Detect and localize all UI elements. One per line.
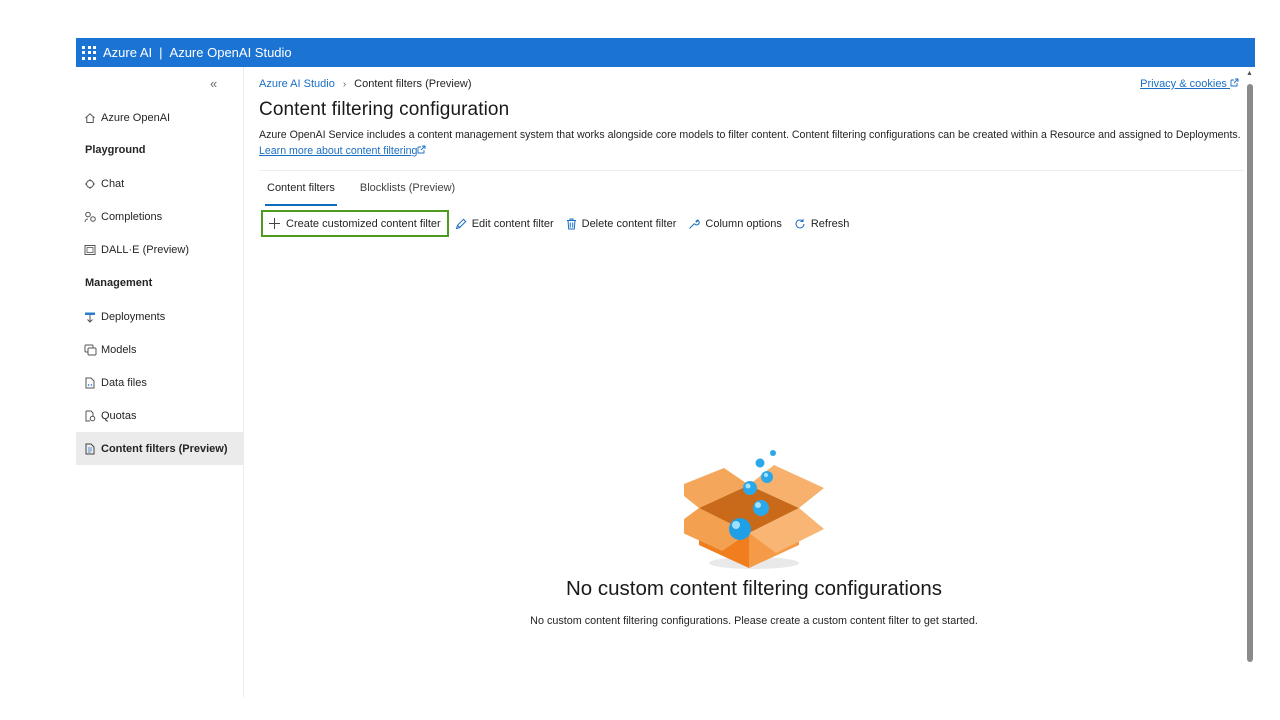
sidebar-item-label: DALL·E (Preview) [101,243,190,256]
external-link-icon [417,145,426,157]
tab-list: Content filters Blocklists (Preview) [265,182,478,206]
scrollbar-thumb[interactable] [1247,84,1253,662]
app-launcher-icon[interactable] [82,45,96,60]
sidebar-item-label: Quotas [101,409,137,422]
create-content-filter-button[interactable]: Create customized content filter [261,210,449,237]
command-bar: Create customized content filter Edit co… [261,210,855,237]
section-divider [259,170,1244,171]
sidebar-item-label: Chat [101,177,125,190]
scroll-up-icon[interactable]: ▲ [1246,70,1253,77]
brand-name[interactable]: Azure AI [103,45,152,60]
plus-icon [268,217,281,230]
chat-icon [84,178,100,190]
delete-content-filter-button[interactable]: Delete content filter [560,210,683,237]
column-options-label: Column options [705,217,782,230]
models-icon [84,344,100,356]
refresh-icon [794,218,806,230]
sidebar-item-azure-openai[interactable]: Azure OpenAI [76,101,244,134]
empty-box-illustration [672,413,824,578]
deployments-icon [84,311,100,323]
sidebar-item-data-files[interactable]: Data files [76,366,244,399]
breadcrumb-current: Content filters (Preview) [354,78,472,90]
sidebar-item-label: Models [101,343,137,356]
sidebar-item-label: Azure OpenAI [101,111,171,124]
refresh-button[interactable]: Refresh [788,210,856,237]
delete-button-label: Delete content filter [581,217,677,230]
sidebar-item-label: Content filters (Preview) [101,442,228,455]
sidebar-item-chat[interactable]: Chat [76,167,244,200]
sidebar-item-completions[interactable]: Completions [76,200,244,233]
quotas-icon [84,410,100,422]
learn-more-label: Learn more about content filtering [259,145,418,157]
external-link-icon [1230,78,1239,90]
top-bar: Azure AI | Azure OpenAI Studio [76,38,1255,67]
sidebar-item-label: Data files [101,376,147,389]
empty-state-subtitle: No custom content filtering configuratio… [530,615,978,627]
sidebar-item-quotas[interactable]: Quotas [76,399,244,432]
pencil-icon [455,218,467,230]
data-files-icon [84,377,100,389]
privacy-link-label: Privacy & cookies [1140,78,1227,90]
collapse-sidebar-icon[interactable]: « [210,76,217,91]
learn-more-link[interactable]: Learn more about content filtering [259,145,426,157]
breadcrumb-root-link[interactable]: Azure AI Studio [259,78,335,90]
create-button-label: Create customized content filter [286,217,441,230]
edit-button-label: Edit content filter [471,217,554,230]
sidebar-item-label: Deployments [101,310,166,323]
column-options-button[interactable]: Column options [682,210,787,237]
home-icon [84,112,100,124]
privacy-cookies-link[interactable]: Privacy & cookies [1140,78,1239,90]
sidebar-section-playground: Playground [85,144,146,156]
sidebar-item-content-filters[interactable]: Content filters (Preview) [76,432,244,465]
page-description: Azure OpenAI Service includes a content … [259,127,1249,159]
main-content: Azure AI Studio › Content filters (Previ… [259,67,1249,697]
sidebar-section-management: Management [85,277,153,289]
sidebar-item-label: Completions [101,210,163,223]
empty-state-title: No custom content filtering configuratio… [565,577,943,600]
completions-icon [84,211,100,223]
sidebar-item-models[interactable]: Models [76,333,244,366]
trash-icon [566,218,577,230]
chevron-right-icon: › [342,78,347,90]
description-text: Azure OpenAI Service includes a content … [259,129,1241,141]
content-filters-icon [84,443,100,455]
wrench-icon [688,218,701,230]
app-window: Azure AI | Azure OpenAI Studio « Azure O… [76,38,1255,697]
image-icon [84,244,100,256]
page-title: Content filtering configuration [259,99,510,120]
breadcrumb: Azure AI Studio › Content filters (Previ… [259,78,472,90]
vertical-scrollbar[interactable]: ▲ [1246,70,1254,662]
tab-content-filters[interactable]: Content filters [265,182,337,206]
product-name[interactable]: Azure OpenAI Studio [170,45,292,60]
refresh-label: Refresh [810,217,850,230]
sidebar: « Azure OpenAI Playground Chat Completio… [76,67,244,697]
sidebar-item-dalle[interactable]: DALL·E (Preview) [76,233,244,266]
brand-separator: | [159,45,163,60]
edit-content-filter-button[interactable]: Edit content filter [449,210,560,237]
tab-blocklists[interactable]: Blocklists (Preview) [358,182,457,206]
sidebar-item-deployments[interactable]: Deployments [76,300,244,333]
